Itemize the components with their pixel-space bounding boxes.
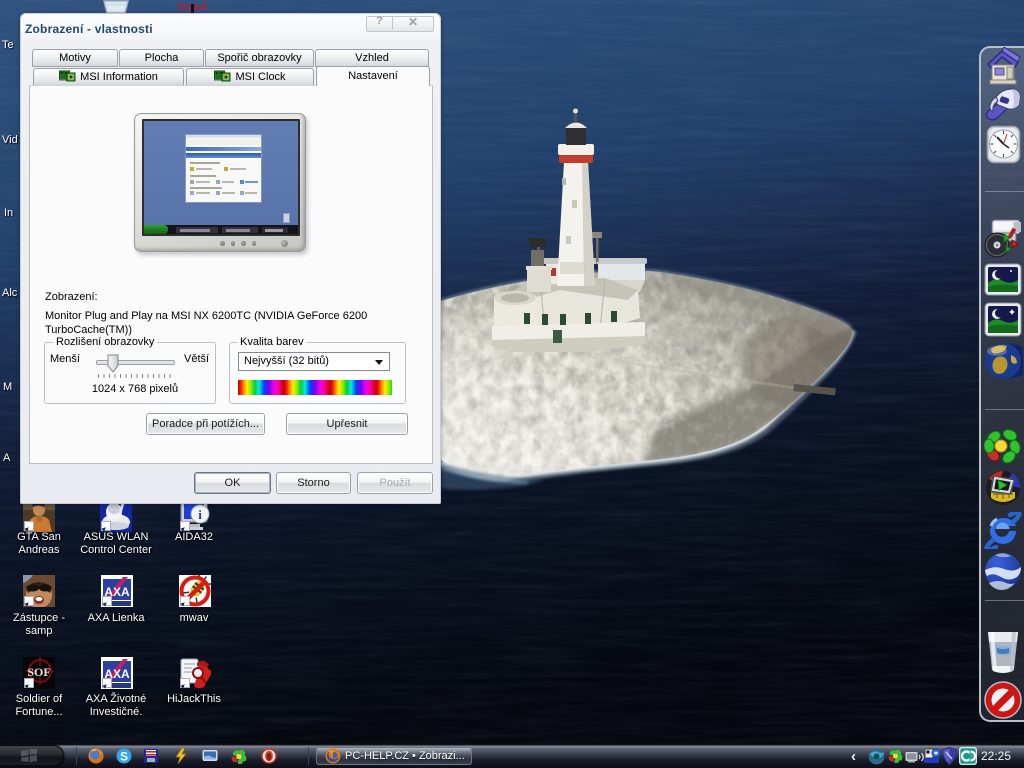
svg-text:SOF: SOF — [27, 665, 50, 679]
svg-text:i: i — [198, 507, 202, 522]
svg-text:S: S — [120, 750, 128, 764]
